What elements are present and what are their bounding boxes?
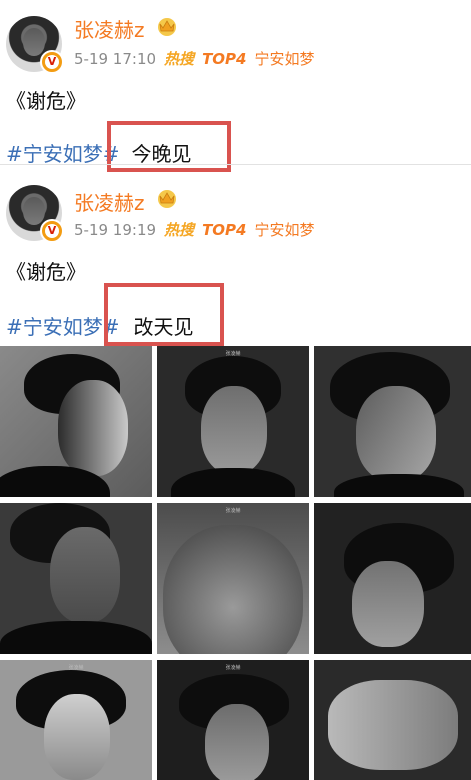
post-time: 5-19 19:19 <box>74 220 157 239</box>
photo-4[interactable] <box>0 503 152 654</box>
photo-3[interactable] <box>314 346 471 497</box>
photo-5[interactable]: 张凌赫 <box>157 503 309 654</box>
hot-search-badge[interactable]: 热搜 <box>164 219 194 240</box>
photo-7[interactable]: 张凌赫 <box>0 660 152 780</box>
crown-icon <box>158 190 176 208</box>
avatar[interactable]: V <box>6 185 64 243</box>
post-meta: 5-19 19:19 热搜 TOP4 宁安如梦 <box>74 219 315 240</box>
photo-1[interactable] <box>0 346 152 497</box>
post-text: 《谢危》 <box>6 260 86 284</box>
username[interactable]: 张凌赫z <box>74 187 145 216</box>
photo-6[interactable] <box>314 503 471 654</box>
topic-link[interactable]: 宁安如梦 <box>254 219 314 240</box>
top-rank-badge: TOP4 <box>202 220 247 239</box>
photo-9[interactable] <box>314 660 471 780</box>
hashtag-link[interactable]: #宁安如梦# <box>6 315 120 339</box>
photo-tag: 张凌赫 <box>225 665 241 671</box>
photo-grid: 张凌赫 张凌赫 张凌赫 张凌赫 <box>0 346 471 780</box>
verified-v-icon: V <box>40 219 64 243</box>
photo-2[interactable]: 张凌赫 <box>157 346 309 497</box>
weibo-post-2: V 张凌赫z 5-19 19:19 热搜 TOP4 宁安如梦 《谢危》 #宁安如… <box>0 0 471 346</box>
highlight-box <box>104 283 224 346</box>
photo-tag: 张凌赫 <box>225 508 241 514</box>
photo-8[interactable]: 张凌赫 <box>157 660 309 780</box>
